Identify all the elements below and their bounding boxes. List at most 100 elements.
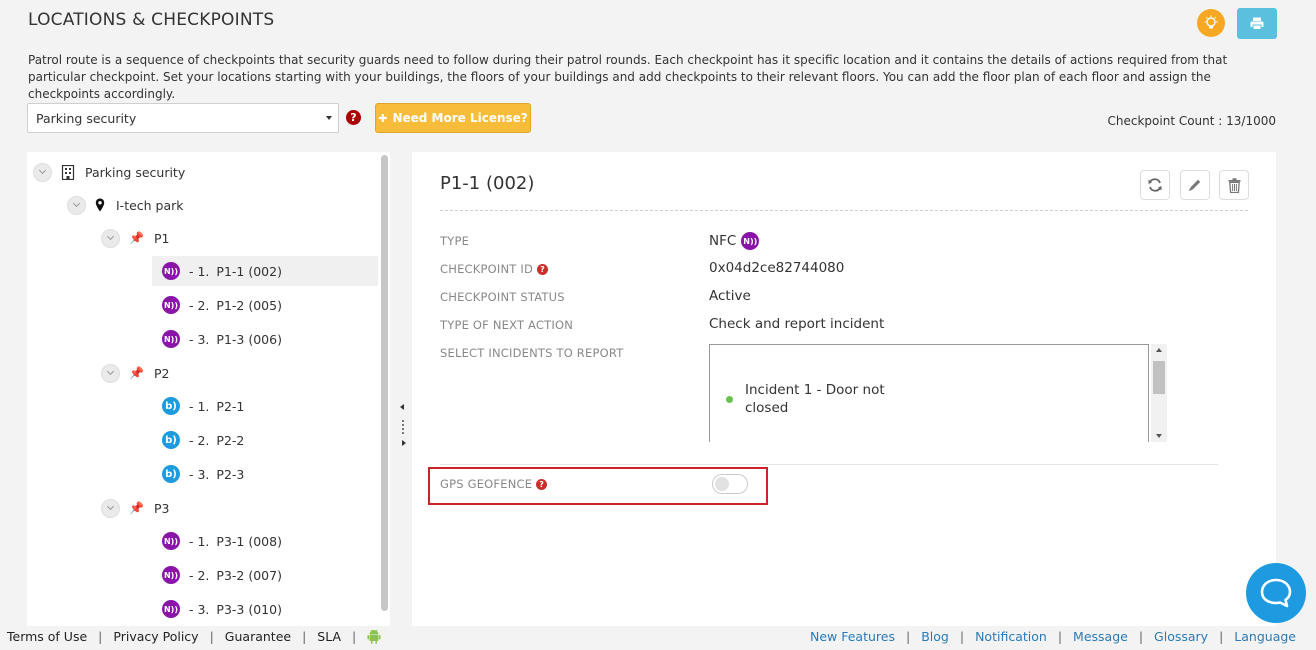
checkpoint-count: Checkpoint Count : 13/1000 [1107,114,1277,128]
tree-item-checkpoint[interactable]: b) - 3. P2-3 [152,459,244,489]
pushpin-icon: 📌 [129,231,144,245]
toggle-knob [715,477,729,491]
tree-item-checkpoint[interactable]: N)) - 1. P1-1 (002) [152,256,378,286]
terms-link[interactable]: Terms of Use [7,629,87,644]
nfc-icon: N)) [741,232,760,250]
help-icon[interactable]: ? [537,263,549,275]
next-action-value: Check and report incident [709,316,885,332]
expand-right-arrow-icon[interactable] [402,440,406,446]
privacy-link[interactable]: Privacy Policy [113,629,198,644]
map-marker-icon [95,198,105,212]
refresh-button[interactable] [1140,170,1170,200]
footer-right-links: New Features | Blog | Notification | Messag… [810,628,1296,644]
tree-node-root[interactable]: Parking security [33,157,185,187]
collapse-toggle[interactable] [67,195,86,215]
checkpoint-id-value: 0x04d2ce82744080 [709,260,845,276]
nfc-icon: N)) [162,262,180,280]
section-divider [440,464,1218,465]
notification-link[interactable]: Notification [975,629,1047,644]
gps-geofence-toggle[interactable] [712,474,748,494]
scroll-thumb[interactable] [1153,361,1165,394]
lightbulb-icon [1204,15,1218,29]
checkpoint-status-label: CHECKPOINT STATUS [440,290,565,304]
trash-icon [1228,177,1240,193]
tree-scrollbar[interactable] [381,155,388,611]
caret-down-icon [326,116,332,120]
tree-item-checkpoint[interactable]: N)) - 3. P3-3 (010) [152,594,282,624]
incidents-list[interactable]: Incident 1 - Door not closed [709,344,1149,442]
need-more-license-button[interactable]: ✚ Need More License? [375,103,531,133]
collapse-toggle[interactable] [101,228,120,248]
message-link[interactable]: Message [1073,629,1128,644]
gps-geofence-label: GPS GEOFENCE ? [440,477,548,491]
collapse-toggle[interactable] [101,363,120,383]
list-item[interactable]: Incident 1 - Door not closed [726,381,896,417]
tree-node-floor-p2[interactable]: 📌 P2 [101,358,169,388]
splitter-handle[interactable] [402,420,404,434]
type-label: TYPE [440,234,470,248]
tree-item-checkpoint[interactable]: b) - 2. P2-2 [152,425,244,455]
tree-node-label: Parking security [85,164,186,180]
blog-link[interactable]: Blog [921,629,949,644]
tree-node-floor-p1[interactable]: 📌 P1 [101,223,169,253]
tree-node-label: P3 [153,500,170,516]
tree-item-checkpoint[interactable]: N)) - 1. P3-1 (008) [152,526,282,556]
tree-item-checkpoint[interactable]: N)) - 2. P1-2 (005) [152,290,282,320]
incidents-label: SELECT INCIDENTS TO REPORT [440,346,624,360]
tree-item-checkpoint[interactable]: N)) - 2. P3-2 (007) [152,560,282,590]
nfc-icon: N)) [162,566,180,584]
nfc-icon: N)) [162,600,180,618]
tree-item-checkpoint[interactable]: b) - 1. P2-1 [152,391,244,421]
chat-button[interactable] [1246,563,1306,623]
help-icon[interactable]: ? [346,110,361,125]
checkpoint-status-value: Active [709,288,751,304]
pushpin-icon: 📌 [129,501,144,515]
sla-link[interactable]: SLA [317,629,341,644]
footer-left-links: Terms of Use | Privacy Policy | Guarantee |… [7,628,381,644]
page-description: Patrol route is a sequence of checkpoint… [28,53,1228,101]
tree-node-label: I-tech park [116,197,184,213]
nfc-icon: N)) [162,532,180,550]
scroll-down-icon[interactable] [1156,434,1162,438]
scroll-up-icon[interactable] [1156,348,1162,352]
checkpoint-title: P1-1 (002) [440,173,535,194]
tree-node-floor-p3[interactable]: 📌 P3 [101,493,169,523]
license-button-label: Need More License? [392,111,528,125]
tips-button[interactable] [1197,9,1225,37]
beacon-icon: b) [162,431,180,449]
collapse-left-arrow-icon[interactable] [400,404,404,410]
tree-node-site[interactable]: I-tech park [67,190,184,220]
checkpoint-detail-panel: P1-1 (002) TYPE NFC N)) CHECKPOINT ID ? … [412,152,1276,626]
title-divider [440,210,1248,211]
print-button[interactable] [1237,8,1277,39]
collapse-toggle[interactable] [101,498,120,518]
type-value: NFC N)) [709,232,760,250]
page-title: LOCATIONS & CHECKPOINTS [28,10,275,30]
collapse-toggle[interactable] [33,162,52,182]
location-tree: Parking security I-tech park 📌 P1 N)) - … [27,152,390,626]
delete-button[interactable] [1219,170,1249,200]
pencil-icon [1189,179,1201,191]
building-icon [61,164,75,180]
incidents-scrollbar[interactable] [1151,344,1167,442]
help-icon[interactable]: ? [536,478,548,490]
beacon-icon: b) [162,465,180,483]
android-icon[interactable] [367,629,381,644]
route-select-value: Parking security [36,111,137,126]
edit-button[interactable] [1180,170,1210,200]
nfc-icon: N)) [162,296,180,314]
tree-item-checkpoint[interactable]: N)) - 3. P1-3 (006) [152,324,282,354]
new-features-link[interactable]: New Features [810,629,895,644]
refresh-icon [1148,178,1162,192]
plus-icon: ✚ [378,111,388,125]
nfc-icon: N)) [162,330,180,348]
route-select[interactable]: Parking security [27,103,339,133]
chat-bubble-icon [1260,578,1292,608]
tree-node-label: P1 [153,230,170,246]
guarantee-link[interactable]: Guarantee [225,629,291,644]
pushpin-icon: 📌 [129,366,144,380]
checkpoint-id-label: CHECKPOINT ID ? [440,262,549,276]
language-link[interactable]: Language [1234,629,1296,644]
tree-node-label: P2 [153,365,170,381]
glossary-link[interactable]: Glossary [1154,629,1208,644]
